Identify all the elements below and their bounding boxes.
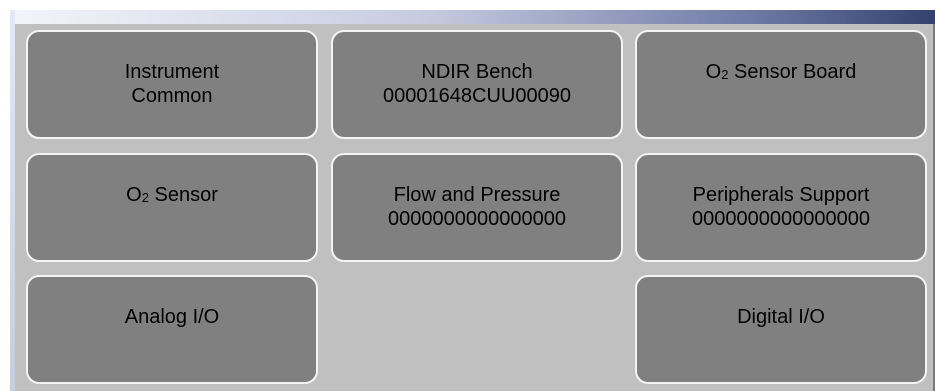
- peripherals-support-label: Peripherals Support: [692, 184, 870, 206]
- peripherals-support-serial: 0000000000000000: [692, 208, 870, 230]
- flow-and-pressure-button[interactable]: Flow and Pressure 0000000000000000: [331, 153, 623, 262]
- instrument-common-label-line2: Common: [131, 85, 213, 107]
- instrument-common-button[interactable]: Instrument Common: [26, 30, 318, 139]
- o2-sensor-label: O2 Sensor: [126, 183, 218, 207]
- o2-sensor-suffix: Sensor: [148, 184, 218, 206]
- peripherals-support-button[interactable]: Peripherals Support 0000000000000000: [635, 153, 927, 262]
- o2-sensor-board-suffix: Sensor Board: [728, 61, 857, 83]
- o2-sensor-board-prefix: O: [705, 61, 722, 83]
- o2-sensor-board-button[interactable]: O2 Sensor Board: [635, 30, 927, 139]
- ndir-bench-label: NDIR Bench: [421, 61, 533, 83]
- digital-io-button[interactable]: Digital I/O: [635, 275, 927, 384]
- ndir-bench-serial: 00001648CUU00090: [383, 85, 571, 107]
- o2-sensor-prefix: O: [126, 184, 142, 206]
- diagnostics-panel: Instrument Common NDIR Bench 00001648CUU…: [15, 24, 935, 391]
- o2-sensor-button[interactable]: O2 Sensor: [26, 153, 318, 262]
- analog-io-button[interactable]: Analog I/O: [26, 275, 318, 384]
- o2-sensor-board-label: O2 Sensor Board: [706, 60, 857, 84]
- title-bar: [10, 10, 935, 24]
- instrument-common-label-line1: Instrument: [124, 61, 220, 83]
- analog-io-label: Analog I/O: [124, 306, 220, 328]
- o2-sensor-board-subscript: 2: [721, 67, 729, 82]
- o2-sensor-subscript: 2: [141, 190, 149, 205]
- flow-and-pressure-serial: 0000000000000000: [388, 208, 566, 230]
- flow-and-pressure-label: Flow and Pressure: [393, 184, 561, 206]
- ndir-bench-button[interactable]: NDIR Bench 00001648CUU00090: [331, 30, 623, 139]
- screen: Instrument Common NDIR Bench 00001648CUU…: [10, 0, 935, 391]
- digital-io-label: Digital I/O: [737, 306, 825, 328]
